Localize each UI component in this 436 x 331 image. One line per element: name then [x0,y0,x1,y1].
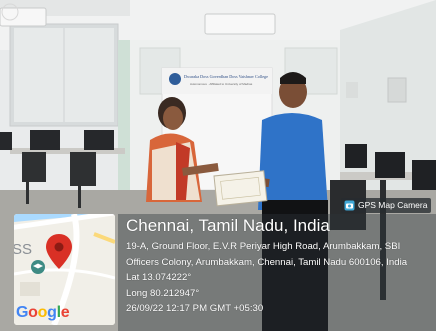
gps-map-camera-badge: GPS Map Camera [341,198,432,213]
map-thumbnail[interactable]: SS Google [14,214,115,325]
longitude: Long 80.212947° [126,288,200,299]
latitude: Lat 13.074222° [126,272,192,283]
google-logo: Google [16,304,70,321]
timestamp: 26/09/22 12:17 PM GMT +05:30 [126,303,264,314]
camera-icon [344,200,355,211]
banner-subtitle: Autonomous · Affiliated to University of… [190,82,253,86]
gps-badge-label: GPS Map Camera [358,200,428,210]
map-edge-text: SS [14,241,33,258]
address-line-2: Officers Colony, Arumbakkam, Chennai, Ta… [126,257,408,268]
banner-title: Dwaraka Doss Goverdhan Doss Vaishnav Col… [184,74,268,79]
address-line-1: 19-A, Ground Floor, E.V.R Periyar High R… [126,241,401,252]
location-city: Chennai, Tamil Nadu, India [126,216,330,235]
